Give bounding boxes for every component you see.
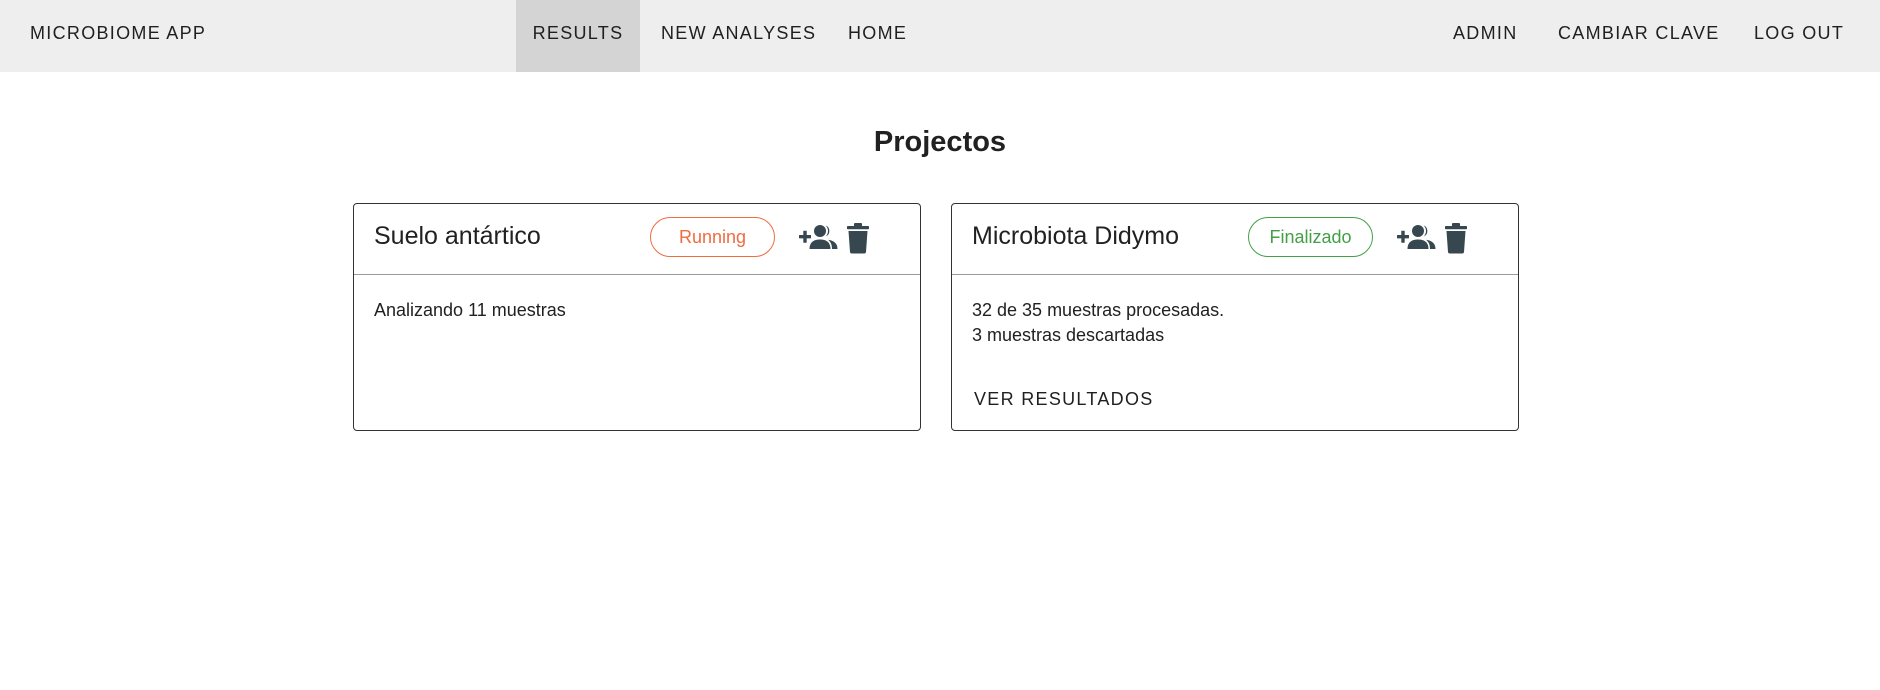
status-badge: Finalizado [1248, 217, 1373, 257]
nav-results[interactable]: RESULTS [516, 0, 640, 72]
status-badge: Running [650, 217, 775, 257]
project-title: Microbiota Didymo [972, 222, 1180, 250]
trash-icon[interactable] [1443, 222, 1469, 254]
project-card: Microbiota Didymo Finalizado 32 de 35 mu… [951, 203, 1519, 431]
page-title: Projectos [873, 126, 1007, 158]
project-description-line: 3 muestras descartadas [972, 325, 1165, 345]
add-user-icon[interactable] [1397, 222, 1437, 254]
add-user-icon[interactable] [799, 222, 839, 254]
nav-change-password[interactable]: CAMBIAR CLAVE [1558, 0, 1720, 72]
view-results-button[interactable]: VER RESULTADOS [974, 389, 1154, 410]
nav-home[interactable]: HOME [848, 0, 907, 72]
project-card-header: Microbiota Didymo Finalizado [952, 204, 1518, 275]
top-navbar: MICROBIOME APP RESULTS NEW ANALYSES HOME… [0, 0, 1880, 72]
project-card: Suelo antártico Running Analizando 11 mu… [353, 203, 921, 431]
app-brand: MICROBIOME APP [30, 23, 207, 43]
nav-admin[interactable]: ADMIN [1453, 0, 1518, 72]
nav-new-analyses[interactable]: NEW ANALYSES [661, 0, 816, 72]
project-description: 32 de 35 muestras procesadas. 3 muestras… [972, 298, 1224, 348]
project-card-header: Suelo antártico Running [354, 204, 920, 275]
project-description-line: Analizando 11 muestras [374, 300, 566, 320]
project-description-line: 32 de 35 muestras procesadas. [972, 300, 1225, 320]
project-title: Suelo antártico [374, 222, 541, 250]
nav-log-out[interactable]: LOG OUT [1754, 0, 1844, 72]
project-description: Analizando 11 muestras [374, 298, 566, 323]
trash-icon[interactable] [845, 222, 871, 254]
